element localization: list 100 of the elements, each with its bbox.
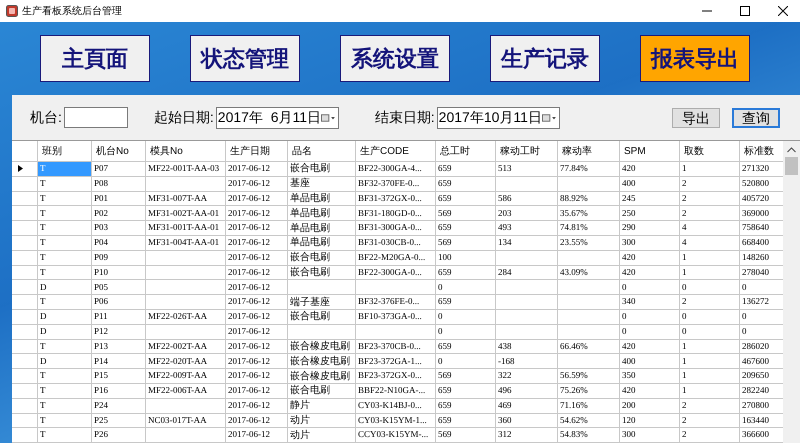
table-row[interactable]: T P16 MF22-006T-AA 2017-06-12 嵌合电刷 BBF22-N10GA-... 659 496 75.26% 420 1 282240 [12, 384, 783, 399]
table-cell: 2017-06-12 [226, 324, 288, 339]
table-cell: T [38, 221, 92, 235]
table-cell: BF32-376FE-0... [356, 295, 436, 309]
table-cell: 0 [680, 324, 740, 339]
table-cell: NC03-017T-AA [146, 414, 226, 428]
end-date-picker[interactable]: 2017年10月11日 [436, 106, 560, 128]
table-cell: 2 [680, 206, 740, 220]
table-cell: 586 [496, 192, 558, 206]
table-cell: 2017-06-12 [226, 398, 288, 413]
table-cell: 2017-06-12 [226, 176, 288, 191]
table-cell: 659 [436, 192, 496, 206]
table-cell: 2 [680, 414, 740, 428]
table-cell: 端子基座 [288, 295, 356, 309]
table-row[interactable]: T P02 MF31-002T-AA-01 2017-06-12 单品电刷 BF31-180GD-0... 569 203 35.67% 250 2 369000 [12, 206, 783, 222]
table-cell: 0 [436, 280, 496, 294]
table-row[interactable]: T P09 2017-06-12 嵌合电刷 BF22-M20GA-0... 100 420 1 148260 [12, 250, 783, 266]
table-cell: T [38, 384, 92, 398]
table-row[interactable]: T P13 MF22-002T-AA 2017-06-12 嵌合橡皮电刷 BF23-370CB-0... 659 438 66.46% 420 1 286020 [12, 340, 783, 354]
table-cell: 200 [620, 398, 680, 413]
table-cell: 1 [680, 340, 740, 354]
table-row[interactable]: T P06 2017-06-12 端子基座 BF32-376FE-0... 659 340 2 136272 [12, 295, 783, 310]
table-cell: T [38, 295, 92, 309]
table-row[interactable]: D P12 2017-06-12 0 0 0 0 [12, 324, 783, 340]
scrollbar-thumb[interactable] [785, 157, 798, 175]
column-header[interactable]: 班别 [38, 141, 92, 161]
table-cell: 单品电刷 [288, 221, 356, 235]
column-header[interactable]: 取数 [680, 141, 740, 161]
table-row[interactable]: D P14 MF22-020T-AA 2017-06-12 嵌合橡皮电刷 BF23-372GA-1... 0 -168 400 1 467600 [12, 354, 783, 370]
table-row[interactable]: D P05 2017-06-12 0 0 0 0 [12, 280, 783, 296]
column-header[interactable]: 总工时 [436, 141, 496, 161]
table-row[interactable]: T P10 2017-06-12 嵌合电刷 BF22-300GA-0... 659 284 43.09% 420 1 278040 [12, 266, 783, 280]
table-cell: 2017-06-12 [226, 369, 288, 383]
column-header[interactable]: 机台No [92, 141, 146, 161]
maximize-icon[interactable] [740, 6, 750, 16]
table-cell: 2017-06-12 [226, 266, 288, 280]
table-cell: 54.62% [558, 414, 620, 428]
table-cell: 659 [436, 340, 496, 354]
table-cell: 嵌合电刷 [288, 310, 356, 324]
table-row[interactable]: T P01 MF31-007T-AA 2017-06-12 单品电刷 BF31-372GX-0... 659 586 88.92% 245 2 405720 [12, 192, 783, 206]
column-header[interactable]: 生产日期 [226, 141, 288, 161]
table-row[interactable]: T P04 MF31-004T-AA-01 2017-06-12 单品电刷 BF31-030CB-0... 569 134 23.55% 300 4 668400 [12, 236, 783, 251]
table-cell: BF31-300GA-0... [356, 221, 436, 235]
table-cell: 嵌合橡皮电刷 [288, 340, 356, 354]
nav-button[interactable]: 主頁面 [40, 35, 150, 82]
table-row[interactable]: T P25 NC03-017T-AA 2017-06-12 动片 CY03-K15YM-1... 659 360 54.62% 120 2 163440 [12, 414, 783, 428]
nav-button[interactable]: 系统设置 [340, 35, 450, 82]
vertical-scrollbar[interactable] [783, 141, 800, 443]
table-row[interactable]: T P15 MF22-009T-AA 2017-06-12 嵌合橡皮电刷 BF23-372GX-0... 569 322 56.59% 350 1 209650 [12, 369, 783, 384]
table-row[interactable]: D P11 MF22-026T-AA 2017-06-12 嵌合电刷 BF10-373GA-0... 0 0 0 0 [12, 310, 783, 325]
table-row[interactable]: T P26 2017-06-12 动片 CCY03-K15YM-... 569 312 54.83% 300 2 366600 [12, 428, 783, 443]
column-header[interactable]: 品名 [288, 141, 356, 161]
table-cell: 66.46% [558, 340, 620, 354]
table-cell: 290 [620, 221, 680, 235]
table-cell: 659 [436, 162, 496, 176]
column-header[interactable]: 模具No [146, 141, 226, 161]
table-cell: 420 [620, 340, 680, 354]
table-cell: MF22-006T-AA [146, 384, 226, 398]
export-button[interactable]: 导出 [672, 108, 720, 128]
table-cell: 360 [496, 414, 558, 428]
table-cell: 2017-06-12 [226, 162, 288, 176]
table-row[interactable]: T P07 MF22-001T-AA-03 2017-06-12 嵌合电刷 BF22-300GA-4... 659 513 77.84% 420 1 271320 [12, 162, 783, 177]
nav-button[interactable]: 报表导出 [640, 35, 750, 82]
query-button[interactable]: 查询 [732, 108, 780, 128]
table-cell: 284 [496, 266, 558, 280]
table-cell: P03 [92, 221, 146, 235]
table-cell: 203 [496, 206, 558, 220]
table-row[interactable]: T P08 2017-06-12 基座 BF32-370FE-0... 659 400 2 520800 [12, 176, 783, 192]
table-cell: BF10-373GA-0... [356, 310, 436, 324]
start-date-picker[interactable]: 2017年 6月11日 [216, 106, 339, 128]
table-cell: BF31-030CB-0... [356, 236, 436, 250]
table-cell: 420 [620, 384, 680, 398]
table-cell: P16 [92, 384, 146, 398]
nav-button[interactable]: 生产记录 [490, 35, 600, 82]
table-cell: P05 [92, 280, 146, 294]
column-header[interactable]: 稼动工时 [496, 141, 558, 161]
column-header[interactable]: 稼动率 [558, 141, 620, 161]
table-cell: P08 [92, 176, 146, 191]
table-cell: T [38, 176, 92, 191]
table-cell: 493 [496, 221, 558, 235]
table-cell: 0 [436, 324, 496, 339]
nav-button[interactable]: 状态管理 [190, 35, 300, 82]
machine-input[interactable] [64, 107, 128, 128]
table-cell: 496 [496, 384, 558, 398]
table-cell: BF23-372GA-1... [356, 354, 436, 368]
table-cell: 56.59% [558, 369, 620, 383]
table-cell: 420 [620, 162, 680, 176]
table-row[interactable]: T P03 MF31-001T-AA-01 2017-06-12 单品电刷 BF31-300GA-0... 659 493 74.81% 290 4 758640 [12, 221, 783, 236]
table-cell: 400 [620, 176, 680, 191]
table-cell: P10 [92, 266, 146, 280]
column-header[interactable]: SPM [620, 141, 680, 161]
machine-label: 机台: [30, 108, 62, 127]
app-icon [6, 5, 18, 17]
close-icon[interactable] [778, 6, 788, 16]
table-cell: 2 [680, 295, 740, 309]
table-cell: 300 [620, 236, 680, 250]
table-cell: 1 [680, 162, 740, 176]
scroll-up-icon[interactable] [787, 147, 796, 153]
column-header[interactable]: 生产CODE [356, 141, 436, 161]
table-row[interactable]: T P24 2017-06-12 静片 CY03-K14BJ-0... 659 469 71.16% 200 2 270800 [12, 398, 783, 414]
